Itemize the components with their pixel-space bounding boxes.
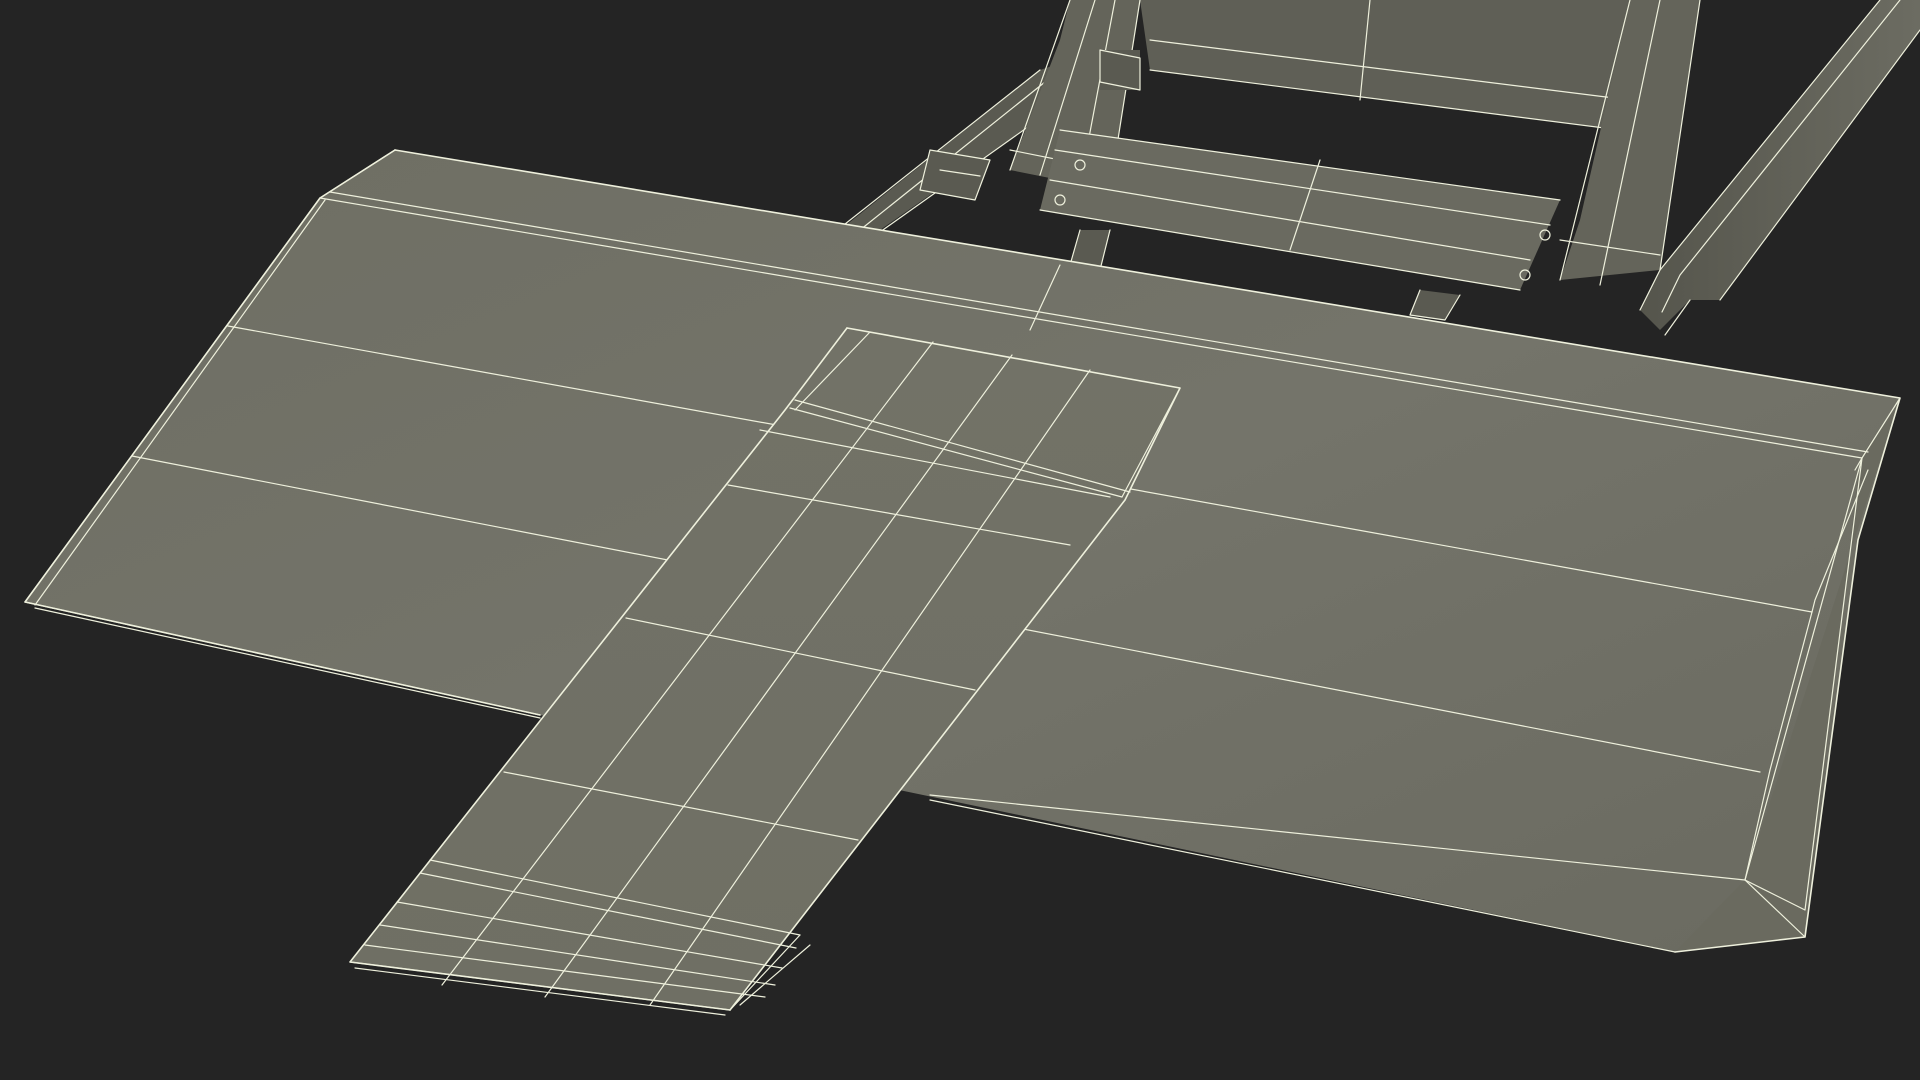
rear-cross-plate bbox=[1140, 0, 1640, 130]
wireframe-render bbox=[24, 0, 1920, 1016]
bolted-cross-plate bbox=[1040, 130, 1560, 290]
render-viewport bbox=[0, 0, 1920, 1080]
